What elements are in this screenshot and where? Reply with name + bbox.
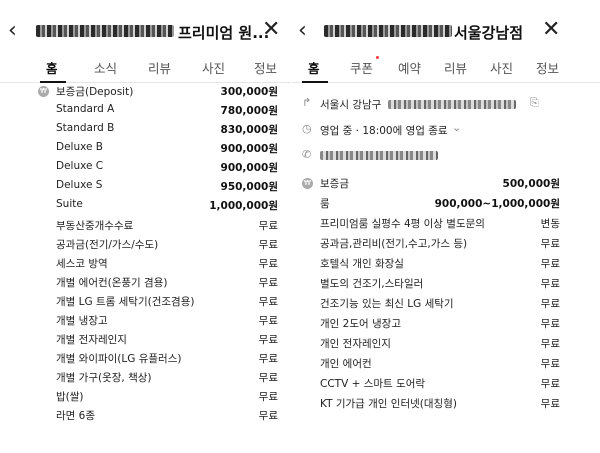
right-screenshot-panel: ‹ 서울강남점 ✕ 홈 쿠폰 예약 리뷰 사진 정보 ↱ 서울시 강남구 ⎘ ◷…: [292, 0, 600, 453]
left-header: ‹ 프리미엄 원... ✕: [0, 16, 290, 46]
right-header: ‹ 서울강남점 ✕: [292, 16, 600, 46]
direction-arrow-icon: ↱: [302, 96, 312, 109]
chevron-left-icon[interactable]: ‹: [8, 18, 17, 44]
blurred-address-detail: [388, 100, 516, 109]
list-item: 밥(쌀) 무료: [56, 391, 278, 403]
copy-icon[interactable]: ⎘: [530, 96, 539, 110]
tab-info[interactable]: 정보: [254, 58, 277, 77]
page-title: 프리미엄 원...: [178, 24, 270, 42]
deposit-row: 보증금 500,000원: [320, 178, 560, 190]
list-item: Deluxe C 900,000원: [56, 160, 278, 174]
list-item: CCTV + 스마트 도어락 무료: [320, 378, 560, 390]
tab-reviews[interactable]: 리뷰: [444, 58, 467, 77]
list-item: Standard B 830,000원: [56, 122, 278, 136]
active-tab-indicator: [302, 81, 328, 83]
tab-photos[interactable]: 사진: [490, 58, 513, 77]
list-item: 프리미엄룸 실평수 4평 이상 별도문의 변동: [320, 218, 560, 230]
tab-reservation[interactable]: 예약: [398, 58, 421, 77]
tab-photos[interactable]: 사진: [202, 58, 225, 77]
list-item: 개별 에어컨(온풍기 겸용) 무료: [56, 277, 278, 289]
tab-info[interactable]: 정보: [536, 58, 559, 77]
tab-coupon[interactable]: 쿠폰: [350, 58, 373, 77]
tab-reviews[interactable]: 리뷰: [148, 58, 171, 77]
list-item: Suite 1,000,000원: [56, 198, 278, 212]
list-item: 개인 2도어 냉장고 무료: [320, 318, 560, 330]
list-item: 개인 전자레인지 무료: [320, 338, 560, 350]
list-item: 부동산중개수수료 무료: [56, 220, 278, 232]
list-item: 개별 가구(옷장, 책상) 무료: [56, 372, 278, 384]
list-item: Standard A 780,000원: [56, 103, 278, 117]
tab-news[interactable]: 소식: [94, 58, 117, 77]
left-screenshot-panel: ‹ 프리미엄 원... ✕ 홈 소식 리뷰 사진 정보 ₩ 보증금(Deposi…: [0, 0, 290, 453]
chevron-down-icon[interactable]: ⌄: [452, 121, 461, 134]
blurred-place-name: [36, 25, 174, 37]
list-item: 공과금(전기/가스/수도) 무료: [56, 239, 278, 251]
address-text: 서울시 강남구: [320, 99, 382, 111]
business-hours: 영업 중 · 18:00에 영업 종료: [320, 125, 448, 137]
list-item: 별도의 건조기,스타일러 무료: [320, 278, 560, 290]
list-item: 세스코 방역 무료: [56, 258, 278, 270]
phone-icon: ✆: [302, 148, 312, 161]
list-item: 개별 LG 트롬 세탁기(건조겸용) 무료: [56, 296, 278, 308]
list-item: 공과금,관리비(전기,수고,가스 등) 무료: [320, 238, 560, 250]
left-tab-bar: 홈 소식 리뷰 사진 정보: [0, 52, 290, 83]
page-title: 서울강남점: [454, 24, 524, 42]
new-badge-dot: [376, 56, 379, 59]
list-item: 호텔식 개인 화장실 무료: [320, 258, 560, 270]
close-icon[interactable]: ✕: [262, 16, 280, 44]
list-item: 라면 6종 무료: [56, 410, 278, 422]
list-item: 개별 냉장고 무료: [56, 315, 278, 327]
close-icon[interactable]: ✕: [542, 16, 560, 44]
list-item: 개별 전자레인지 무료: [56, 334, 278, 346]
tab-home[interactable]: 홈: [308, 58, 320, 77]
chevron-left-icon[interactable]: ‹: [298, 18, 307, 44]
clock-icon: ◷: [302, 122, 312, 135]
blurred-phone-number[interactable]: [320, 151, 438, 160]
list-item: Deluxe B 900,000원: [56, 141, 278, 155]
room-price-row: 룸 900,000~1,000,000원: [320, 198, 560, 210]
list-item: 건조기능 있는 최신 LG 세탁기 무료: [320, 298, 560, 310]
coin-icon: ₩: [302, 178, 313, 189]
deposit-row: 보증금(Deposit) 300,000원: [56, 86, 278, 98]
blurred-place-name: [324, 25, 452, 37]
active-tab-indicator: [40, 81, 66, 83]
list-item: 개별 와이파이(LG 유플러스) 무료: [56, 353, 278, 365]
list-item: KT 기가급 개인 인터넷(대칭형) 무료: [320, 398, 560, 410]
list-item: 개인 에어컨 무료: [320, 358, 560, 370]
coin-icon: ₩: [38, 86, 49, 97]
list-item: Deluxe S 950,000원: [56, 179, 278, 193]
tab-home[interactable]: 홈: [46, 58, 58, 77]
right-tab-bar: 홈 쿠폰 예약 리뷰 사진 정보: [292, 52, 600, 83]
